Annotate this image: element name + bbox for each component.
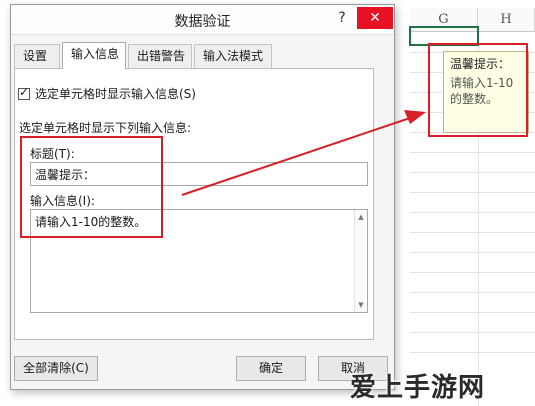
scroll-up-icon[interactable]: ▲ <box>355 211 367 223</box>
grid-line <box>410 172 535 173</box>
tab-error-alert[interactable]: 出错警告 <box>128 44 192 68</box>
section-label: 选定单元格时显示下列输入信息: <box>19 121 192 135</box>
tab-ime-mode[interactable]: 输入法模式 <box>194 44 272 68</box>
watermark-logo: 爱上手游网 <box>350 373 486 403</box>
show-input-message-option[interactable]: 选定单元格时显示输入信息(S) <box>18 85 196 102</box>
annotation-highlight-fields <box>20 136 163 238</box>
scroll-down-icon[interactable]: ▼ <box>355 299 367 311</box>
grid-line <box>410 312 535 313</box>
annotation-highlight-tooltip <box>428 43 528 137</box>
column-header-h[interactable]: H <box>478 8 535 32</box>
textarea-scrollbar[interactable]: ▲ ▼ <box>354 210 367 312</box>
grid-line <box>410 332 535 333</box>
tab-input-message[interactable]: 输入信息 <box>62 42 126 69</box>
show-input-checkbox-label: 选定单元格时显示输入信息(S) <box>35 87 196 101</box>
grid-line <box>410 152 535 153</box>
clear-all-button[interactable]: 全部清除(C) <box>14 356 98 381</box>
tab-settings[interactable]: 设置 <box>14 44 60 68</box>
grid-line <box>410 352 535 353</box>
close-button[interactable]: ✕ <box>357 7 393 29</box>
grid-line <box>410 272 535 273</box>
grid-line <box>410 292 535 293</box>
help-button[interactable]: ? <box>329 7 355 29</box>
grid-line <box>410 212 535 213</box>
grid-line <box>410 232 535 233</box>
dialog-titlebar[interactable]: 数据验证 ? ✕ <box>11 5 394 35</box>
show-input-checkbox[interactable] <box>18 85 30 100</box>
ok-button[interactable]: 确定 <box>236 356 306 381</box>
grid-line <box>410 192 535 193</box>
grid-line <box>410 252 535 253</box>
